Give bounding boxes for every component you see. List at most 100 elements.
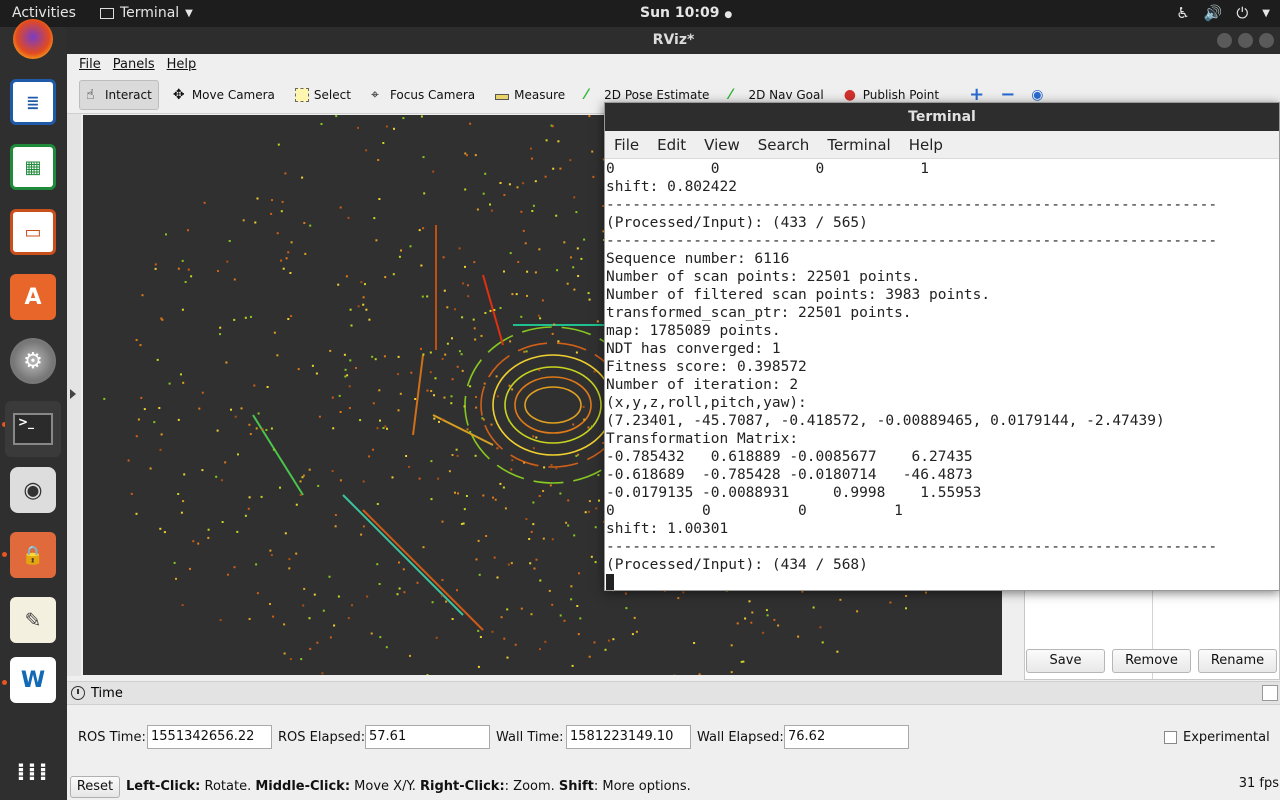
lidar-point	[248, 496, 251, 499]
lidar-point	[502, 486, 505, 489]
lidar-point	[456, 589, 458, 592]
lidar-point	[254, 221, 257, 224]
lidar-point	[451, 378, 454, 381]
lidar-point	[351, 604, 353, 607]
wall-elapsed-label: Wall Elapsed:	[697, 730, 784, 745]
system-tray[interactable]: ♿ 🔊 ⏻ ▼	[1176, 4, 1270, 23]
lidar-point	[228, 240, 231, 242]
lidar-point	[517, 261, 520, 263]
time-panel-title: Time	[91, 685, 123, 701]
lidar-point	[625, 607, 628, 610]
impress-icon[interactable]: ▭	[10, 209, 56, 255]
lidar-point	[483, 382, 486, 385]
lidar-point	[583, 238, 586, 241]
lidar-point	[283, 652, 286, 655]
lidar-point	[575, 351, 578, 354]
lidar-point	[563, 619, 566, 622]
lidar-point	[542, 537, 545, 540]
lidar-point	[365, 149, 368, 152]
autoware-icon[interactable]: W	[10, 657, 56, 703]
minimize-icon[interactable]	[1217, 33, 1232, 48]
lidar-point	[596, 320, 599, 323]
accessibility-icon[interactable]: ♿	[1176, 4, 1189, 23]
measure-tool[interactable]: Measure	[489, 80, 571, 110]
wall-time-field[interactable]: 1581223149.10	[566, 725, 691, 749]
terminal-menu-view[interactable]: View	[704, 131, 740, 158]
lidar-point	[462, 522, 465, 525]
focus-camera-tool[interactable]: ⌖ Focus Camera	[365, 80, 481, 110]
clock[interactable]: Sun 10:09 ●	[640, 5, 732, 21]
lidar-point	[429, 371, 432, 374]
lidar-point	[349, 308, 352, 311]
writer-icon[interactable]: ≣	[10, 79, 56, 125]
terminal-window[interactable]: Terminal File Edit View Search Terminal …	[604, 102, 1280, 591]
lidar-point	[482, 418, 485, 421]
lidar-point	[476, 208, 479, 211]
wall-elapsed-field[interactable]: 76.62	[784, 725, 909, 749]
lidar-point	[345, 275, 348, 278]
experimental-toggle[interactable]: Experimental	[1164, 730, 1270, 745]
lidar-point	[270, 212, 273, 215]
lidar-point	[531, 210, 534, 212]
menu-panels[interactable]: Panels	[113, 54, 155, 76]
lidar-point	[465, 495, 468, 497]
experimental-checkbox[interactable]	[1164, 731, 1177, 744]
firefox-icon[interactable]	[13, 19, 53, 59]
lidar-point	[812, 606, 815, 609]
terminal-icon[interactable]: >_	[5, 401, 61, 457]
lidar-point	[537, 314, 540, 317]
terminal-menu-search[interactable]: Search	[758, 131, 810, 158]
menu-help[interactable]: Help	[167, 54, 197, 76]
terminal-menu-help[interactable]: Help	[909, 131, 943, 158]
lidar-point	[591, 150, 594, 153]
rename-button[interactable]: Rename	[1198, 649, 1277, 673]
interaction-hint: Left-Click: Rotate. Middle-Click: Move X…	[126, 779, 691, 794]
remove-button[interactable]: Remove	[1112, 649, 1191, 673]
lidar-point	[379, 636, 382, 639]
lidar-point	[317, 484, 320, 487]
collapse-left-panel[interactable]	[67, 114, 81, 676]
lidar-point	[233, 566, 236, 569]
files-icon[interactable]: 🔒	[10, 532, 56, 578]
power-icon[interactable]: ⏻	[1236, 4, 1248, 23]
move-camera-tool[interactable]: ✥ Move Camera	[167, 80, 281, 110]
lidar-point	[329, 349, 332, 352]
lidar-point	[522, 182, 525, 185]
lidar-point	[588, 655, 591, 658]
lidar-point	[765, 609, 768, 612]
menu-file[interactable]: File	[79, 54, 101, 76]
lidar-point	[287, 251, 290, 254]
activities-button[interactable]: Activities	[12, 5, 76, 21]
lidar-point	[375, 239, 378, 242]
lidar-point	[284, 532, 287, 535]
lidar-point	[377, 159, 380, 161]
terminal-menu-edit[interactable]: Edit	[657, 131, 686, 158]
volume-icon[interactable]: 🔊	[1204, 4, 1223, 23]
lidar-point	[256, 592, 259, 595]
lidar-point	[141, 294, 144, 297]
terminal-menu-terminal[interactable]: Terminal	[827, 131, 890, 158]
close-icon[interactable]	[1259, 33, 1274, 48]
app-menu[interactable]: Terminal ▼	[100, 5, 193, 21]
panel-float-button[interactable]	[1262, 685, 1278, 701]
select-tool[interactable]: Select	[289, 80, 357, 110]
calc-icon[interactable]: ▦	[10, 144, 56, 190]
show-applications-icon[interactable]: ⁞⁞⁞	[10, 749, 56, 795]
terminal-output[interactable]: 0 0 0 1 shift: 0.802422 ------------------…	[605, 159, 1279, 593]
software-center-icon[interactable]: A	[10, 274, 56, 320]
interact-tool[interactable]: ☝ Interact	[79, 79, 159, 110]
text-editor-icon[interactable]: ✎	[10, 597, 56, 643]
maximize-icon[interactable]	[1238, 33, 1253, 48]
chevron-down-icon[interactable]: ▼	[1262, 4, 1270, 23]
lidar-point	[304, 252, 307, 255]
reset-button[interactable]: Reset	[70, 776, 120, 798]
ros-time-field[interactable]: 1551342656.22	[147, 725, 272, 749]
settings-icon[interactable]: ⚙	[10, 338, 56, 384]
ros-elapsed-field[interactable]: 57.61	[365, 725, 490, 749]
terminal-menu-file[interactable]: File	[614, 131, 639, 158]
lidar-point	[420, 264, 423, 267]
camera-icon[interactable]: ◉	[10, 467, 56, 513]
save-button[interactable]: Save	[1026, 649, 1105, 673]
lidar-point	[422, 546, 425, 549]
terminal-line: ----------------------------------------…	[606, 233, 1218, 249]
